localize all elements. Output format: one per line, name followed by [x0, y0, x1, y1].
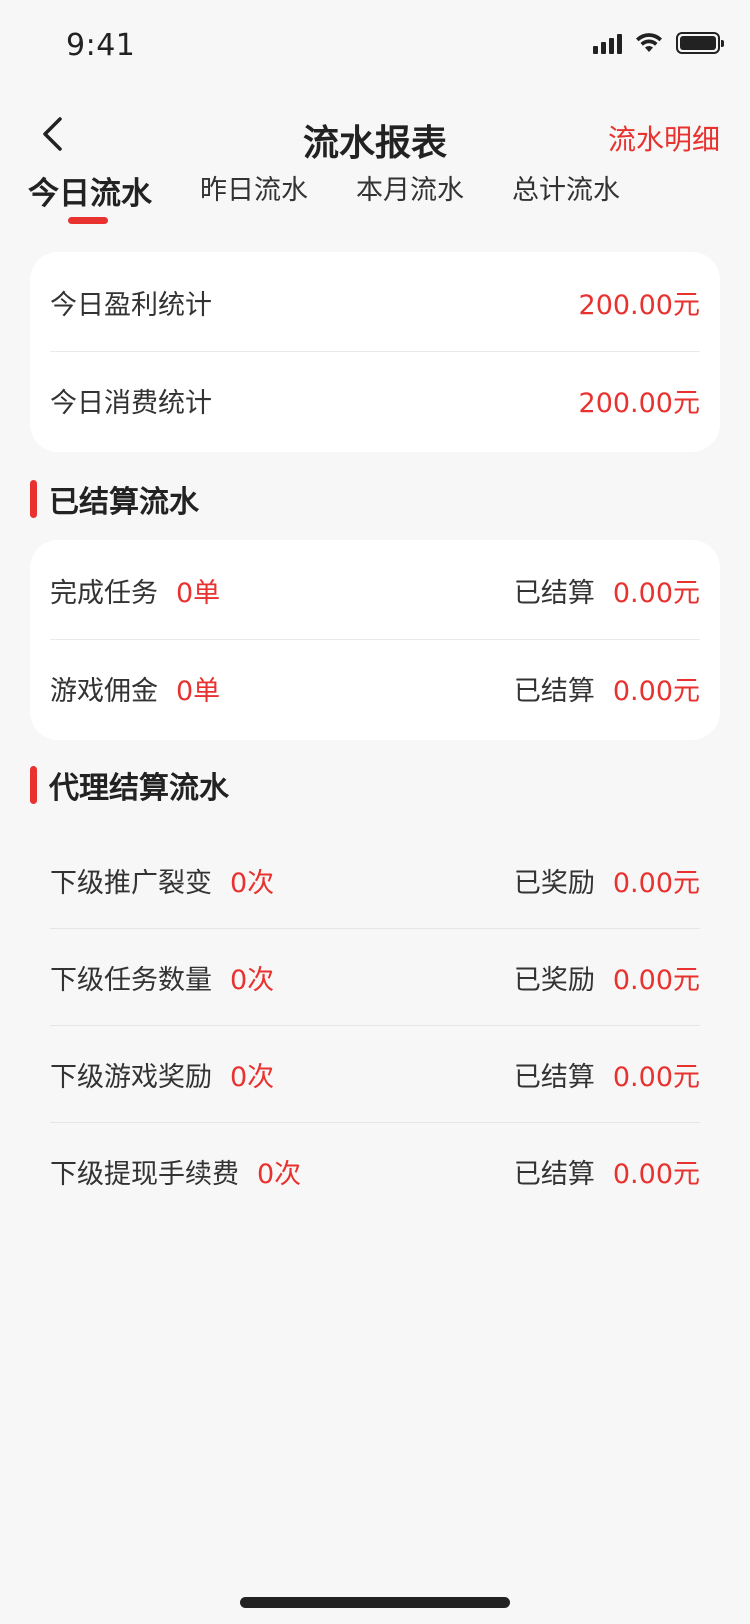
settled-card: 完成任务 0单 已结算 0.00元 游戏佣金 0单 已结算 0.00元 [30, 540, 720, 740]
row-amount: 0.00元 [612, 867, 700, 899]
row-amount: 0.00元 [612, 577, 700, 609]
tab-month[interactable]: 本月流水 [356, 168, 464, 228]
detail-link[interactable]: 流水明细 [608, 118, 720, 158]
row-amount: 0.00元 [612, 675, 700, 707]
agent-row: 下级游戏奖励 0次 已结算 0.00元 [50, 1026, 700, 1123]
row-label: 下级提现手续费 [50, 1158, 239, 1190]
section-accent-bar [30, 480, 37, 518]
settled-section-title: 已结算流水 [30, 479, 199, 520]
status-icons [593, 32, 724, 54]
agent-row: 下级提现手续费 0次 已结算 0.00元 [50, 1123, 700, 1219]
status-time: 9:41 [66, 28, 136, 63]
agent-row: 下级推广裂变 0次 已奖励 0.00元 [50, 832, 700, 929]
row-label: 下级游戏奖励 [50, 1061, 212, 1093]
row-count: 0次 [230, 964, 275, 996]
tab-yesterday[interactable]: 昨日流水 [200, 168, 308, 228]
row-count: 0次 [257, 1158, 302, 1190]
row-count: 0单 [176, 675, 221, 707]
summary-label: 今日消费统计 [50, 387, 212, 419]
summary-label: 今日盈利统计 [50, 289, 212, 321]
section-accent-bar [30, 766, 37, 804]
row-amount: 0.00元 [612, 964, 700, 996]
settled-row: 游戏佣金 0单 已结算 0.00元 [50, 640, 700, 736]
summary-value: 200.00元 [578, 289, 700, 321]
agent-row: 下级任务数量 0次 已奖励 0.00元 [50, 929, 700, 1026]
row-status: 已结算 [513, 1061, 595, 1093]
summary-row-consumption: 今日消费统计 200.00元 [50, 352, 700, 448]
home-indicator[interactable] [240, 1597, 510, 1608]
row-amount: 0.00元 [612, 1158, 700, 1190]
battery-icon [676, 32, 724, 54]
summary-card: 今日盈利统计 200.00元 今日消费统计 200.00元 [30, 252, 720, 452]
agent-section-title: 代理结算流水 [30, 765, 229, 806]
row-label: 游戏佣金 [50, 675, 158, 707]
row-status: 已结算 [513, 1158, 595, 1190]
row-status: 已结算 [513, 577, 595, 609]
row-amount: 0.00元 [612, 1061, 700, 1093]
cellular-signal-icon [593, 32, 622, 54]
status-bar: 9:41 [0, 0, 750, 88]
summary-value: 200.00元 [578, 387, 700, 419]
row-label: 下级任务数量 [50, 964, 212, 996]
row-count: 0次 [230, 867, 275, 899]
settled-row: 完成任务 0单 已结算 0.00元 [50, 542, 700, 638]
row-status: 已结算 [513, 675, 595, 707]
tab-bar: 今日流水 昨日流水 本月流水 总计流水 [28, 168, 668, 228]
row-status: 已奖励 [513, 964, 595, 996]
nav-bar: 流水报表 流水明细 [0, 88, 750, 178]
row-label: 下级推广裂变 [50, 867, 212, 899]
row-status: 已奖励 [513, 867, 595, 899]
row-count: 0单 [176, 577, 221, 609]
row-label: 完成任务 [50, 577, 158, 609]
summary-row-profit: 今日盈利统计 200.00元 [50, 254, 700, 350]
active-tab-indicator [68, 217, 108, 224]
section-heading: 已结算流水 [49, 485, 199, 520]
section-heading: 代理结算流水 [49, 771, 229, 806]
wifi-icon [636, 33, 662, 52]
agent-list: 下级推广裂变 0次 已奖励 0.00元 下级任务数量 0次 已奖励 0.00元 … [30, 832, 720, 1219]
tab-total[interactable]: 总计流水 [512, 168, 620, 228]
row-count: 0次 [230, 1061, 275, 1093]
